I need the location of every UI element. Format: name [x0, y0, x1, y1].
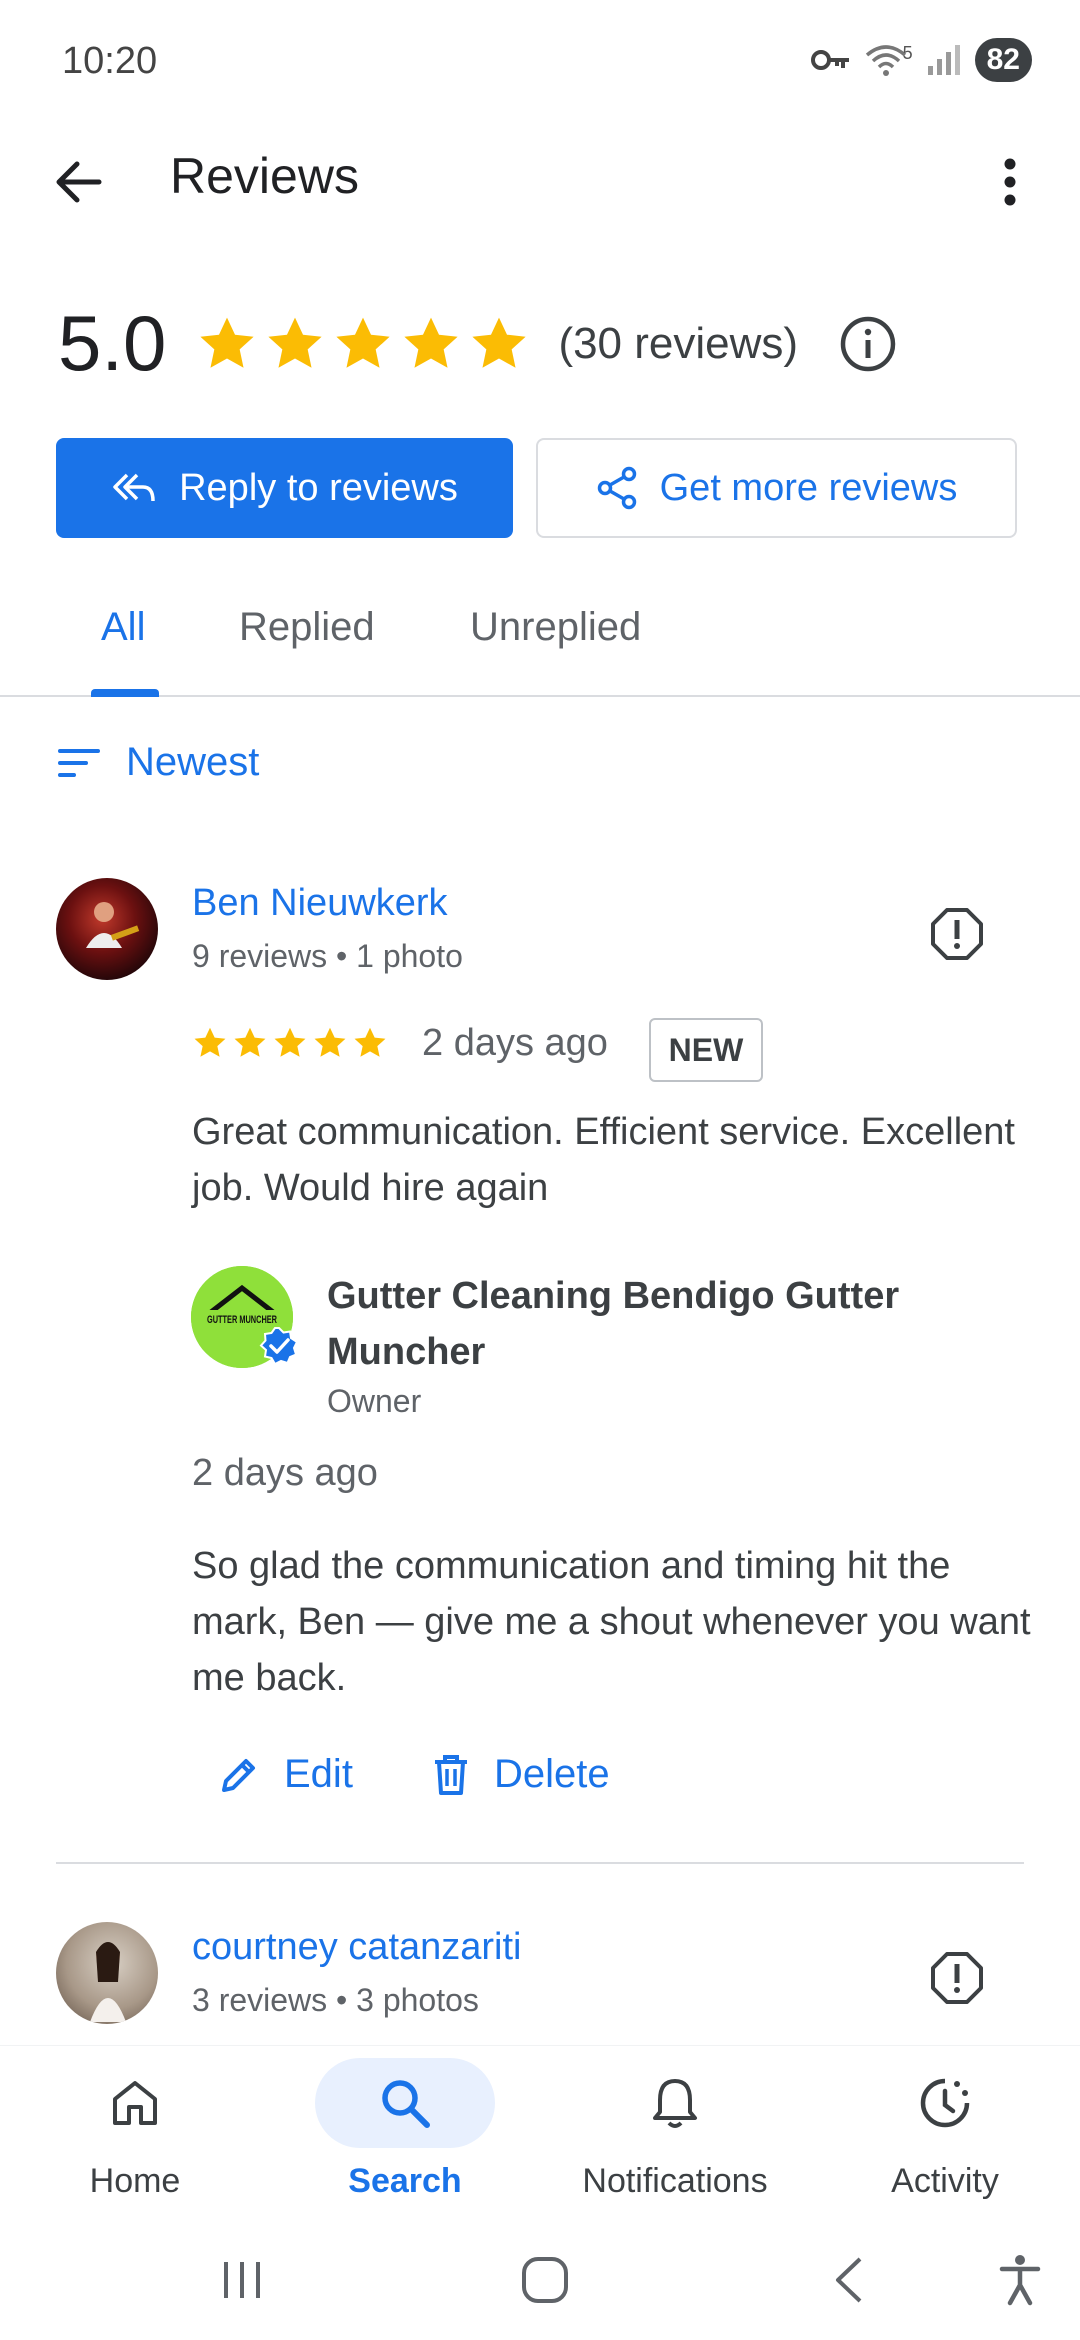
home-system-button[interactable]	[505, 2245, 585, 2315]
arrow-back-icon	[56, 161, 102, 203]
sort-button[interactable]: Newest	[58, 740, 259, 785]
sort-label: Newest	[126, 740, 260, 784]
status-icons: 5 82	[810, 38, 1032, 82]
get-more-reviews-button[interactable]: Get more reviews	[536, 438, 1017, 538]
avatar[interactable]	[56, 878, 158, 980]
rating-score: 5.0	[58, 299, 167, 387]
reply-date: 2 days ago	[192, 1452, 378, 1494]
rating-summary: 5.0 (30 reviews)	[58, 298, 898, 389]
review-divider	[56, 1862, 1024, 1864]
reply-to-reviews-label: Reply to reviews	[179, 466, 458, 509]
review-stars	[192, 1025, 388, 1061]
verified-icon	[259, 1327, 299, 1366]
recent-apps-button[interactable]	[202, 2245, 282, 2315]
info-button[interactable]	[838, 314, 898, 374]
nav-home-label: Home	[89, 2162, 181, 2200]
edit-icon	[222, 1758, 255, 1792]
reviewer-name[interactable]: Ben Nieuwkerk	[192, 882, 448, 925]
recents-icon	[224, 2262, 260, 2298]
reply-all-icon	[113, 473, 155, 502]
delete-reply-button[interactable]: Delete	[432, 1752, 610, 1797]
star-icon	[472, 317, 527, 368]
accessibility-icon	[999, 2255, 1041, 2306]
report-icon	[931, 908, 983, 960]
get-more-reviews-label: Get more reviews	[659, 466, 958, 509]
nav-notifications-label: Notifications	[582, 2162, 768, 2200]
home-icon	[113, 2081, 157, 2125]
delete-label: Delete	[494, 1752, 610, 1796]
tab-all[interactable]: All	[101, 605, 145, 650]
nav-notifications[interactable]: Notifications	[540, 2046, 810, 2226]
chevron-left-icon	[836, 2257, 862, 2303]
review-text: Great communication. Efficient service. …	[192, 1111, 1015, 1209]
battery-indicator: 82	[974, 38, 1032, 82]
tab-replied[interactable]: Replied	[239, 605, 375, 650]
report-button[interactable]	[925, 1946, 989, 2010]
status-time: 10:20	[62, 40, 158, 82]
page-title: Reviews	[170, 148, 359, 204]
rating-stars	[196, 313, 530, 375]
search-icon	[382, 2080, 430, 2128]
system-back-button[interactable]	[808, 2245, 888, 2315]
star-icon	[234, 1027, 266, 1057]
delete-icon	[435, 1754, 467, 1795]
sort-icon	[58, 748, 100, 777]
star-icon	[314, 1027, 346, 1057]
status-bar: 10:20 5 82	[0, 0, 1080, 125]
share-icon	[597, 466, 636, 510]
star-icon	[194, 1027, 226, 1057]
new-badge: NEW	[649, 1018, 763, 1082]
back-button[interactable]	[46, 150, 110, 214]
active-tab-indicator	[91, 689, 159, 697]
wifi-label: 5	[902, 43, 913, 63]
system-navigation-bar	[0, 2225, 1080, 2340]
owner-name: Gutter Cleaning Bendigo Gutter Muncher	[327, 1275, 900, 1373]
info-icon	[840, 316, 896, 371]
activity-icon	[920, 2078, 970, 2128]
report-icon	[931, 1952, 983, 2004]
review-filter-tabs: All Replied Unreplied	[0, 585, 1080, 697]
signal-icon	[927, 45, 960, 75]
key-icon	[810, 50, 849, 70]
review-date: 2 days ago	[422, 1022, 608, 1064]
nav-home[interactable]: Home	[0, 2046, 270, 2226]
bottom-navigation: Home Search Notifications Activity	[0, 2045, 1080, 2225]
tab-unreplied[interactable]: Unreplied	[470, 605, 641, 650]
nav-activity-label: Activity	[891, 2162, 999, 2200]
star-icon	[404, 317, 459, 368]
star-icon	[354, 1027, 386, 1057]
edit-reply-button[interactable]: Edit	[218, 1752, 353, 1797]
bell-icon	[653, 2079, 697, 2128]
star-icon	[200, 317, 255, 368]
reply-to-reviews-button[interactable]: Reply to reviews	[56, 438, 513, 538]
reviewer-meta: 9 reviews • 1 photo	[192, 938, 463, 974]
nav-activity[interactable]: Activity	[810, 2046, 1080, 2226]
nav-search-label: Search	[348, 2162, 462, 2200]
star-icon	[268, 317, 323, 368]
edit-label: Edit	[284, 1752, 353, 1796]
reviewer-name[interactable]: courtney catanzariti	[192, 1926, 522, 1969]
reply-text: So glad the communication and timing hit…	[192, 1545, 1031, 1699]
review-count: (30 reviews)	[558, 318, 799, 368]
nav-search[interactable]: Search	[270, 2046, 540, 2226]
home-circle-icon	[522, 2257, 568, 2303]
report-button[interactable]	[925, 902, 989, 966]
wifi-icon: 5	[865, 43, 913, 77]
more-options-button[interactable]	[980, 150, 1040, 214]
accessibility-button[interactable]	[980, 2245, 1060, 2315]
star-icon	[274, 1027, 306, 1057]
owner-avatar: GUTTER MUNCHER	[191, 1266, 299, 1368]
star-icon	[336, 317, 391, 368]
avatar[interactable]	[56, 1922, 158, 2024]
owner-logo-text: GUTTER MUNCHER	[207, 1314, 277, 1326]
owner-role: Owner	[327, 1383, 422, 1419]
top-app-bar: Reviews	[0, 125, 1080, 235]
more-vert-icon	[1004, 158, 1016, 206]
reviewer-meta: 3 reviews • 3 photos	[192, 1982, 479, 2018]
